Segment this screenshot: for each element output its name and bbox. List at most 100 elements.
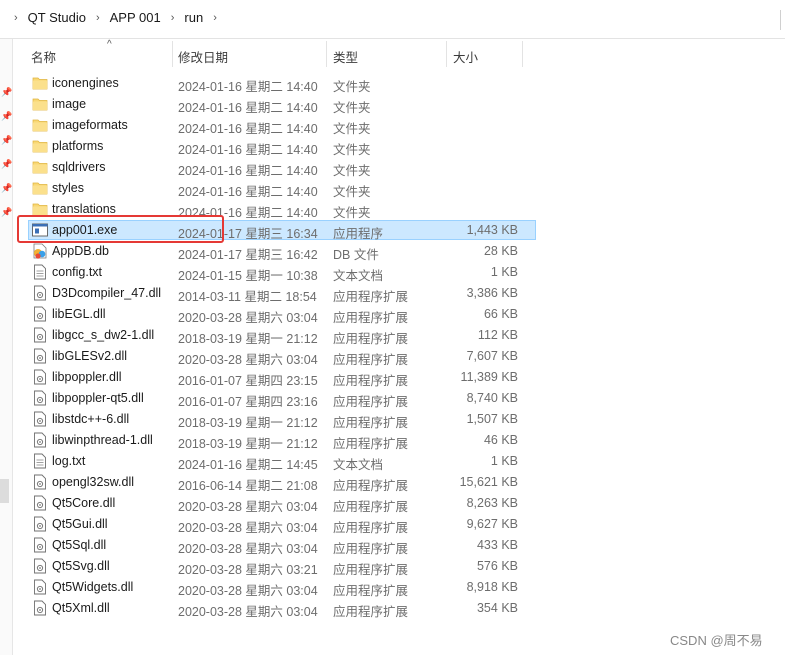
file-name: libwinpthread-1.dll	[52, 433, 153, 447]
file-name: Qt5Sql.dll	[52, 538, 107, 552]
file-row[interactable]: config.txt 2024-01-15 星期一 10:38 文本文档 1 KB	[14, 262, 785, 283]
file-name: imageformats	[52, 118, 128, 132]
folder-icon	[32, 96, 48, 112]
file-type: 应用程序扩展	[333, 290, 409, 304]
column-divider[interactable]	[522, 41, 523, 67]
pin-icon[interactable]: 📌	[1, 159, 12, 170]
dll-file-icon	[32, 411, 48, 427]
file-size: 1 KB	[490, 265, 518, 279]
file-row[interactable]: Qt5Svg.dll 2020-03-28 星期六 03:21 应用程序扩展 576 …	[14, 556, 785, 577]
file-row[interactable]: libGLESv2.dll 2020-03-28 星期六 03:04 应用程序扩展 7…	[14, 346, 785, 367]
file-row[interactable]: opengl32sw.dll 2016-06-14 星期二 21:08 应用程序扩展…	[14, 472, 785, 493]
navigation-pane[interactable]: 📌 📌 📌 📌 📌 📌	[0, 39, 13, 655]
file-size: 9,627 KB	[466, 517, 518, 531]
pin-icon[interactable]: 📌	[1, 207, 12, 218]
breadcrumb-item[interactable]: run	[184, 10, 203, 25]
file-row[interactable]: iconengines 2024-01-16 星期二 14:40 文件夹	[14, 73, 785, 94]
file-size: 28 KB	[483, 244, 518, 258]
file-modified-date: 2020-03-28 星期六 03:04	[178, 500, 318, 514]
file-type: 应用程序扩展	[333, 521, 409, 535]
file-modified-date: 2024-01-17 星期三 16:42	[178, 248, 318, 262]
file-modified-date: 2024-01-16 星期二 14:40	[178, 122, 318, 136]
column-name[interactable]: 名称	[31, 47, 56, 66]
pin-icon[interactable]: 📌	[1, 135, 12, 146]
file-name: log.txt	[52, 454, 86, 468]
file-modified-date: 2024-01-16 星期二 14:40	[178, 101, 318, 115]
breadcrumb-item[interactable]: APP 001	[110, 10, 161, 25]
text-file-icon	[32, 453, 48, 469]
file-row[interactable]: libpoppler-qt5.dll 2016-01-07 星期四 23:16 应用…	[14, 388, 785, 409]
file-modified-date: 2024-01-15 星期一 10:38	[178, 269, 318, 283]
column-divider[interactable]	[172, 41, 173, 67]
file-type: 应用程序扩展	[333, 332, 409, 346]
file-row[interactable]: Qt5Gui.dll 2020-03-28 星期六 03:04 应用程序扩展 9,62…	[14, 514, 785, 535]
file-row[interactable]: Qt5Widgets.dll 2020-03-28 星期六 03:04 应用程序扩展…	[14, 577, 785, 598]
file-row[interactable]: platforms 2024-01-16 星期二 14:40 文件夹	[14, 136, 785, 157]
file-row[interactable]: libEGL.dll 2020-03-28 星期六 03:04 应用程序扩展 66 K…	[14, 304, 785, 325]
nav-selected-item[interactable]	[0, 479, 9, 503]
file-row[interactable]: libwinpthread-1.dll 2018-03-19 星期一 21:12 应…	[14, 430, 785, 451]
column-divider[interactable]	[326, 41, 327, 67]
file-row[interactable]: imageformats 2024-01-16 星期二 14:40 文件夹	[14, 115, 785, 136]
column-date[interactable]: 修改日期	[178, 47, 228, 66]
file-size: 1,443 KB	[466, 223, 518, 237]
dll-file-icon	[32, 327, 48, 343]
chevron-right-icon[interactable]: ›	[14, 12, 18, 24]
column-divider[interactable]	[446, 41, 447, 67]
file-row[interactable]: libstdc++-6.dll 2018-03-19 星期一 21:12 应用程序扩…	[14, 409, 785, 430]
file-list: iconengines 2024-01-16 星期二 14:40 文件夹 image 2…	[14, 73, 785, 619]
sort-ascending-icon[interactable]: ^	[107, 39, 112, 50]
file-type: 应用程序扩展	[333, 416, 409, 430]
pin-icon[interactable]: 📌	[1, 111, 12, 122]
text-file-icon	[32, 264, 48, 280]
file-modified-date: 2018-03-19 星期一 21:12	[178, 437, 318, 451]
file-row[interactable]: Qt5Sql.dll 2020-03-28 星期六 03:04 应用程序扩展 433 …	[14, 535, 785, 556]
file-name: AppDB.db	[52, 244, 109, 258]
file-name: iconengines	[52, 76, 119, 90]
breadcrumb-item[interactable]: QT Studio	[28, 10, 86, 25]
file-type: 应用程序扩展	[333, 563, 409, 577]
chevron-right-icon[interactable]: ›	[213, 12, 217, 24]
file-row[interactable]: styles 2024-01-16 星期二 14:40 文件夹	[14, 178, 785, 199]
file-row[interactable]: image 2024-01-16 星期二 14:40 文件夹	[14, 94, 785, 115]
file-modified-date: 2020-03-28 星期六 03:04	[178, 542, 318, 556]
file-size: 46 KB	[483, 433, 518, 447]
file-row[interactable]: Qt5Core.dll 2020-03-28 星期六 03:04 应用程序扩展 8,2…	[14, 493, 785, 514]
file-modified-date: 2020-03-28 星期六 03:04	[178, 605, 318, 619]
dll-file-icon	[32, 306, 48, 322]
file-size: 576 KB	[476, 559, 518, 573]
file-modified-date: 2016-01-07 星期四 23:16	[178, 395, 318, 409]
file-type: 文本文档	[333, 458, 384, 472]
file-row[interactable]: libpoppler.dll 2016-01-07 星期四 23:15 应用程序扩展…	[14, 367, 785, 388]
file-type: 文本文档	[333, 269, 384, 283]
file-row[interactable]: AppDB.db 2024-01-17 星期三 16:42 DB 文件 28 KB	[14, 241, 785, 262]
file-size: 7,607 KB	[466, 349, 518, 363]
file-row[interactable]: D3Dcompiler_47.dll 2014-03-11 星期二 18:54 应用…	[14, 283, 785, 304]
file-size: 1 KB	[490, 454, 518, 468]
file-name: Qt5Xml.dll	[52, 601, 110, 615]
file-row[interactable]: libgcc_s_dw2-1.dll 2018-03-19 星期一 21:12 应用…	[14, 325, 785, 346]
chevron-right-icon[interactable]: ›	[171, 12, 175, 24]
column-size[interactable]: 大小	[453, 47, 478, 66]
file-size: 8,918 KB	[466, 580, 518, 594]
file-modified-date: 2020-03-28 星期六 03:04	[178, 311, 318, 325]
chevron-right-icon[interactable]: ›	[96, 12, 100, 24]
file-modified-date: 2018-03-19 星期一 21:12	[178, 416, 318, 430]
file-type: DB 文件	[333, 248, 379, 262]
column-type[interactable]: 类型	[333, 47, 358, 66]
address-bar[interactable]: › QT Studio › APP 001 › run ›	[0, 0, 785, 39]
file-row[interactable]: log.txt 2024-01-16 星期二 14:45 文本文档 1 KB	[14, 451, 785, 472]
file-size: 8,263 KB	[466, 496, 518, 510]
file-type: 文件夹	[333, 80, 371, 94]
pin-icon[interactable]: 📌	[1, 183, 12, 194]
dll-file-icon	[32, 348, 48, 364]
pin-icon[interactable]: 📌	[1, 87, 12, 98]
file-row[interactable]: sqldrivers 2024-01-16 星期二 14:40 文件夹	[14, 157, 785, 178]
file-row[interactable]: Qt5Xml.dll 2020-03-28 星期六 03:04 应用程序扩展 354 …	[14, 598, 785, 619]
file-size: 15,621 KB	[459, 475, 518, 489]
file-name: D3Dcompiler_47.dll	[52, 286, 162, 300]
file-type: 文件夹	[333, 206, 371, 220]
file-type: 文件夹	[333, 122, 371, 136]
dll-file-icon	[32, 474, 48, 490]
file-type: 文件夹	[333, 185, 371, 199]
